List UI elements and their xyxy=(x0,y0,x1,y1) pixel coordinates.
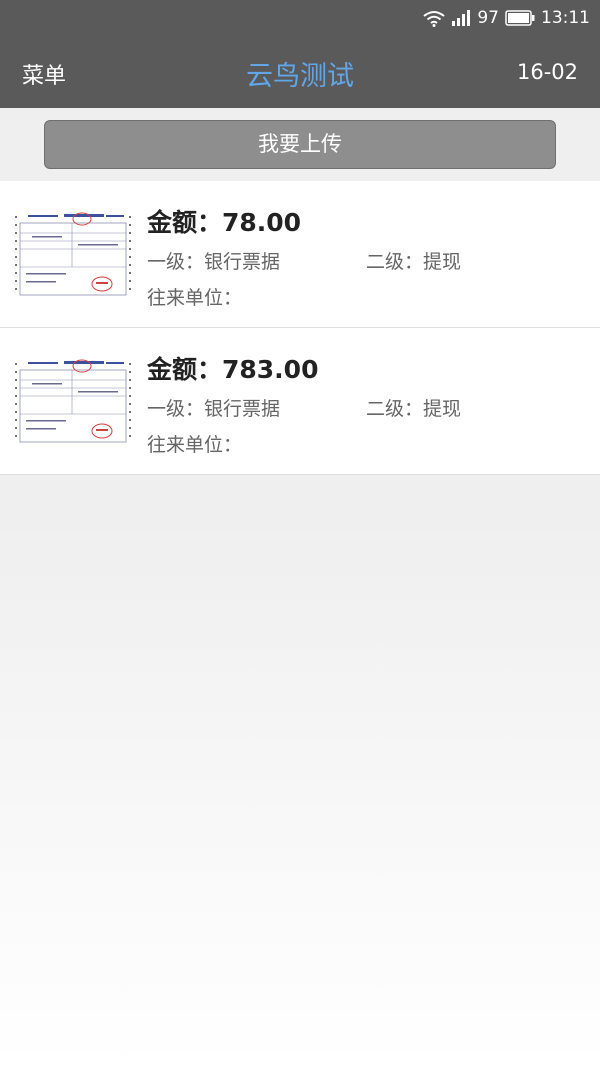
amount-label: 金额：783.00 xyxy=(147,355,319,384)
invoice-thumbnail-icon xyxy=(14,211,132,299)
level2-label: 二级：提现 xyxy=(366,398,462,420)
invoice-thumbnail-icon xyxy=(14,358,132,446)
record-list: 金额：78.00 一级：银行票据 二级：提现 往来单位： 金额：783.00 一… xyxy=(0,181,600,475)
battery-icon xyxy=(505,10,535,26)
page-title: 云鸟测试 xyxy=(246,61,354,92)
level2-label: 二级：提现 xyxy=(366,251,462,273)
clock: 13:11 xyxy=(541,8,590,28)
list-item[interactable]: 金额：783.00 一级：银行票据 二级：提现 往来单位： xyxy=(0,328,600,475)
upload-button[interactable]: 我要上传 xyxy=(44,120,556,169)
list-item[interactable]: 金额：78.00 一级：银行票据 二级：提现 往来单位： xyxy=(0,181,600,328)
signal-icon xyxy=(452,10,471,26)
battery-level: 97 xyxy=(477,8,499,28)
level1-label: 一级：银行票据 xyxy=(147,398,281,420)
wifi-icon xyxy=(423,10,445,27)
partner-label: 往来单位： xyxy=(147,287,243,309)
amount-label: 金额：78.00 xyxy=(147,208,302,237)
status-bar: 97 13:11 xyxy=(0,0,600,36)
partner-label: 往来单位： xyxy=(147,434,243,456)
date-selector[interactable]: 16-02 xyxy=(517,60,578,84)
nav-bar: 菜单 云鸟测试 16-02 xyxy=(0,36,600,108)
level1-label: 一级：银行票据 xyxy=(147,251,281,273)
